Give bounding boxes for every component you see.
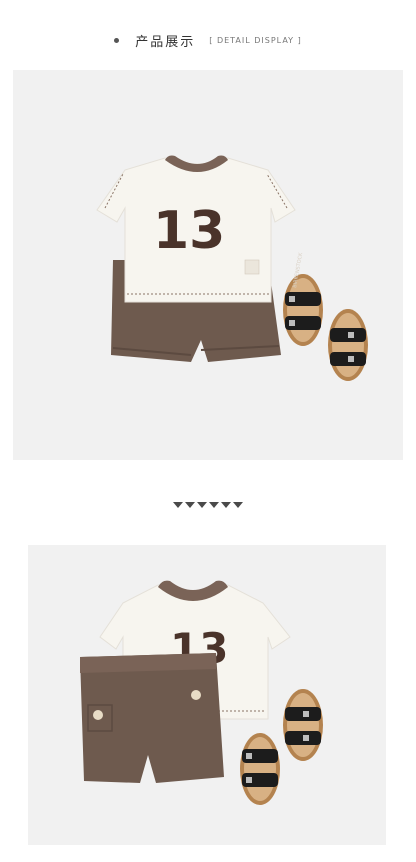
outfit-illustration-1: 13 BIRKENSTOCK xyxy=(96,155,368,381)
product-photo-1: 13 BIRKENSTOCK xyxy=(13,70,403,460)
section-subtitle: [ DETAIL DISPLAY ] xyxy=(209,35,302,45)
product-photo-2: 13 xyxy=(28,545,386,845)
down-arrow-icon xyxy=(209,502,219,508)
bullet-dot-icon xyxy=(114,37,120,43)
down-arrow-icon xyxy=(233,502,243,508)
section-divider xyxy=(0,502,416,514)
down-arrow-icon xyxy=(173,502,183,508)
section-title: 产品展示 xyxy=(135,34,196,50)
outfit-illustration-2: 13 xyxy=(80,580,323,805)
sandal-right xyxy=(283,689,323,761)
sandal-left xyxy=(240,733,280,805)
sandal-right xyxy=(328,309,368,381)
down-arrow-icon xyxy=(197,502,207,508)
sandal-left: BIRKENSTOCK xyxy=(283,252,323,346)
down-arrow-icon xyxy=(221,502,231,508)
down-arrow-icon xyxy=(185,502,195,508)
shirt-number: 13 xyxy=(153,201,225,261)
section-header: 产品展示 [ DETAIL DISPLAY ] xyxy=(0,28,416,52)
